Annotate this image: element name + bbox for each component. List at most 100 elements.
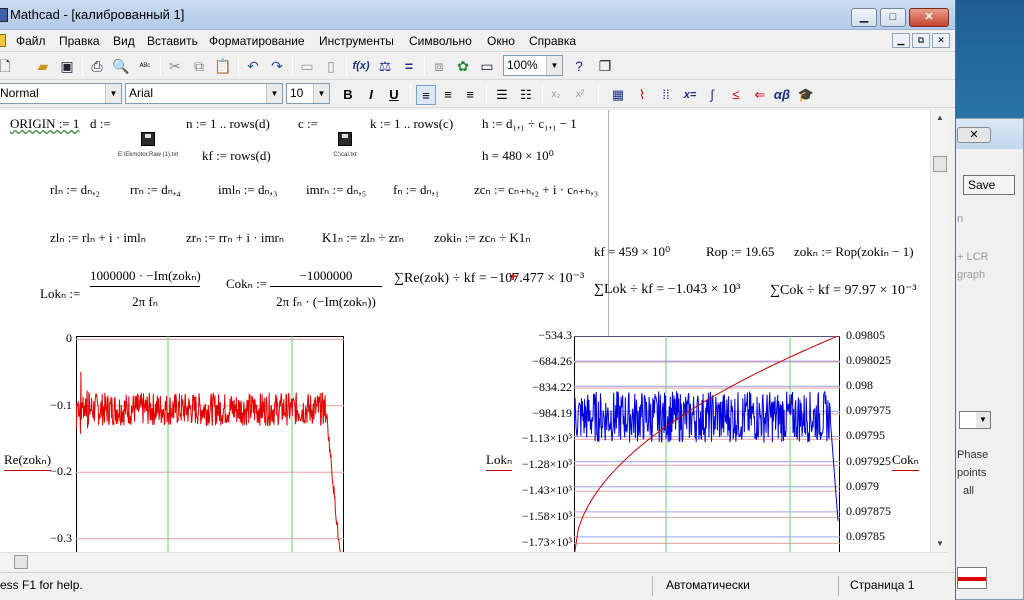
paste-icon[interactable]: 📋 bbox=[212, 55, 234, 77]
boolean-icon[interactable]: ≤ bbox=[726, 85, 746, 105]
symbolic-icon[interactable]: 🎓 bbox=[796, 85, 816, 105]
programming-icon[interactable]: ⇐ bbox=[750, 85, 770, 105]
insert-unit-icon[interactable]: ⚖ bbox=[374, 55, 396, 77]
evaluation-icon[interactable]: x= bbox=[680, 85, 700, 105]
undo-icon[interactable]: ↶ bbox=[242, 55, 264, 77]
worksheet[interactable]: ORIGIN := 1 d := E:\Ekmotor.Raw (1).txt … bbox=[0, 110, 930, 552]
doc-restore-button[interactable]: ⧉ bbox=[912, 33, 930, 48]
k1-definition[interactable]: K1ₙ := zlₙ ÷ zrₙ bbox=[322, 230, 404, 246]
matrix-icon[interactable]: ⁞⁞ bbox=[656, 85, 676, 105]
cut-icon[interactable]: ✂ bbox=[164, 55, 186, 77]
f-definition[interactable]: fₙ := dₙ,₁ bbox=[393, 182, 439, 198]
menu-tools[interactable]: Инструменты bbox=[319, 34, 394, 48]
kf-value[interactable]: kf = 459 × 10⁰ bbox=[594, 244, 670, 260]
imr-definition[interactable]: imrₙ := dₙ,₅ bbox=[306, 182, 366, 198]
print-icon[interactable]: ⎙ bbox=[86, 55, 108, 77]
window-icon[interactable]: ▭ bbox=[476, 55, 498, 77]
print-preview-icon[interactable]: 🔍 bbox=[110, 55, 132, 77]
scroll-thumb[interactable] bbox=[933, 156, 947, 172]
resource-center-icon[interactable]: ❐ bbox=[594, 55, 616, 77]
align-left-button[interactable]: ≡ bbox=[416, 85, 436, 105]
save-button[interactable]: Save bbox=[963, 175, 1015, 195]
menu-file[interactable]: Файл bbox=[16, 34, 46, 48]
numbering-icon[interactable]: ☷ bbox=[516, 85, 536, 105]
sum-cok[interactable]: ∑Cok ÷ kf = 97.97 × 10⁻³ bbox=[770, 282, 917, 299]
bg-dropdown[interactable]: ▼ bbox=[959, 411, 991, 429]
save-icon[interactable]: ▣ bbox=[56, 55, 78, 77]
align-across-icon[interactable]: ▭ bbox=[296, 55, 318, 77]
lok-lhs[interactable]: Lokₙ := bbox=[40, 286, 80, 302]
horizontal-scrollbar[interactable] bbox=[0, 552, 948, 570]
scroll-up-icon[interactable]: ▲ bbox=[931, 110, 949, 126]
lok-denominator[interactable]: 2π fₙ bbox=[90, 294, 200, 310]
align-right-button[interactable]: ≡ bbox=[460, 85, 480, 105]
minimize-button[interactable]: ▁ bbox=[851, 8, 877, 27]
open-icon[interactable]: ▰ bbox=[32, 55, 54, 77]
re-zok-chart[interactable] bbox=[76, 336, 346, 552]
menu-window[interactable]: Окно bbox=[487, 34, 515, 48]
cok-lhs[interactable]: Cokₙ := bbox=[226, 276, 267, 292]
zoki-definition[interactable]: zokiₙ := zcₙ ÷ K1ₙ bbox=[434, 230, 530, 246]
cok-denominator[interactable]: 2π fₙ · (−Im(zokₙ)) bbox=[270, 294, 382, 310]
k-range[interactable]: k := 1 .. rows(c) bbox=[370, 116, 453, 132]
scroll-down-icon[interactable]: ▼ bbox=[931, 536, 949, 552]
maximize-button[interactable]: □ bbox=[880, 8, 906, 27]
kf-rows[interactable]: kf := rows(d) bbox=[202, 148, 271, 164]
lok-cok-chart[interactable] bbox=[574, 336, 842, 552]
align-center-button[interactable]: ≡ bbox=[438, 85, 458, 105]
graph-icon[interactable]: ⌇ bbox=[632, 85, 652, 105]
rop-definition[interactable]: Rop := 19.65 bbox=[706, 244, 774, 260]
help-icon[interactable]: ? bbox=[568, 55, 590, 77]
cok-numerator[interactable]: −1000000 bbox=[270, 268, 382, 287]
font-size-select[interactable]: 10 ▼ bbox=[286, 83, 330, 104]
underline-button[interactable]: U bbox=[384, 85, 404, 105]
h-value[interactable]: h = 480 × 10⁰ bbox=[482, 148, 554, 164]
rl-definition[interactable]: rlₙ := dₙ,₂ bbox=[50, 182, 100, 198]
n-range[interactable]: n := 1 .. rows(d) bbox=[186, 116, 270, 132]
scroll-thumb[interactable] bbox=[14, 555, 28, 569]
close-button[interactable]: ✕ bbox=[909, 8, 949, 27]
subscript-icon[interactable]: x₂ bbox=[546, 85, 566, 105]
c-definition[interactable]: c := bbox=[298, 116, 318, 132]
menu-insert[interactable]: Вставить bbox=[147, 34, 198, 48]
copy-icon[interactable]: ⧉ bbox=[188, 55, 210, 77]
doc-minimize-button[interactable]: ▁ bbox=[892, 33, 910, 48]
calculate-icon[interactable]: = bbox=[398, 55, 420, 77]
calculus-icon[interactable]: ∫ bbox=[702, 85, 722, 105]
align-down-icon[interactable]: ▯ bbox=[320, 55, 342, 77]
origin-definition[interactable]: ORIGIN := 1 bbox=[10, 116, 79, 132]
resource-icon[interactable]: ✿ bbox=[452, 55, 474, 77]
calculator-icon[interactable]: ▦ bbox=[608, 85, 628, 105]
vertical-scrollbar[interactable]: ▲ ▼ bbox=[930, 110, 948, 552]
sum-lok[interactable]: ∑Lok ÷ kf = −1.043 × 10³ bbox=[594, 282, 740, 298]
zok-definition[interactable]: zokₙ := Rop(zokiₙ − 1) bbox=[794, 244, 914, 260]
menu-view[interactable]: Вид bbox=[113, 34, 135, 48]
zl-definition[interactable]: zlₙ := rlₙ + i · imlₙ bbox=[50, 230, 146, 246]
zr-definition[interactable]: zrₙ := rrₙ + i · imrₙ bbox=[186, 230, 284, 246]
bold-button[interactable]: B bbox=[338, 85, 358, 105]
background-dialog-close-button[interactable]: ✕ bbox=[957, 127, 991, 143]
new-icon[interactable]: 🗋 bbox=[0, 55, 16, 77]
zc-definition[interactable]: zcₙ := cₙ₊ₕ,₂ + i · cₙ₊ₕ,₃ bbox=[474, 182, 598, 198]
menu-format[interactable]: Форматирование bbox=[209, 34, 305, 48]
lok-numerator[interactable]: 1000000 · −Im(zokₙ) bbox=[90, 268, 201, 287]
iml-definition[interactable]: imlₙ := dₙ,₃ bbox=[218, 182, 277, 198]
superscript-icon[interactable]: x² bbox=[570, 85, 590, 105]
component-icon[interactable]: ⧈ bbox=[428, 55, 450, 77]
insert-function-icon[interactable]: f(x) bbox=[350, 55, 372, 77]
greek-icon[interactable]: αβ bbox=[772, 85, 792, 105]
rr-definition[interactable]: rrₙ := dₙ,₄ bbox=[130, 182, 181, 198]
redo-icon[interactable]: ↷ bbox=[266, 55, 288, 77]
doc-close-button[interactable]: ✕ bbox=[932, 33, 950, 48]
menu-symbolics[interactable]: Символьно bbox=[409, 34, 472, 48]
menu-help[interactable]: Справка bbox=[529, 34, 576, 48]
sum-re-zok[interactable]: ∑Re(zok) ÷ kf = −107.477 × 10⁻³ bbox=[394, 270, 584, 287]
menu-edit[interactable]: Правка bbox=[59, 34, 100, 48]
d-definition[interactable]: d := bbox=[90, 116, 111, 132]
h-definition[interactable]: h := d₁,₁ ÷ c₁,₁ − 1 bbox=[482, 116, 577, 132]
italic-button[interactable]: I bbox=[361, 85, 381, 105]
style-select[interactable]: Normal ▼ bbox=[0, 83, 122, 104]
font-select[interactable]: Arial ▼ bbox=[125, 83, 283, 104]
file-read-c[interactable]: C:\cal.txt bbox=[315, 132, 375, 158]
bullets-icon[interactable]: ☰ bbox=[492, 85, 512, 105]
